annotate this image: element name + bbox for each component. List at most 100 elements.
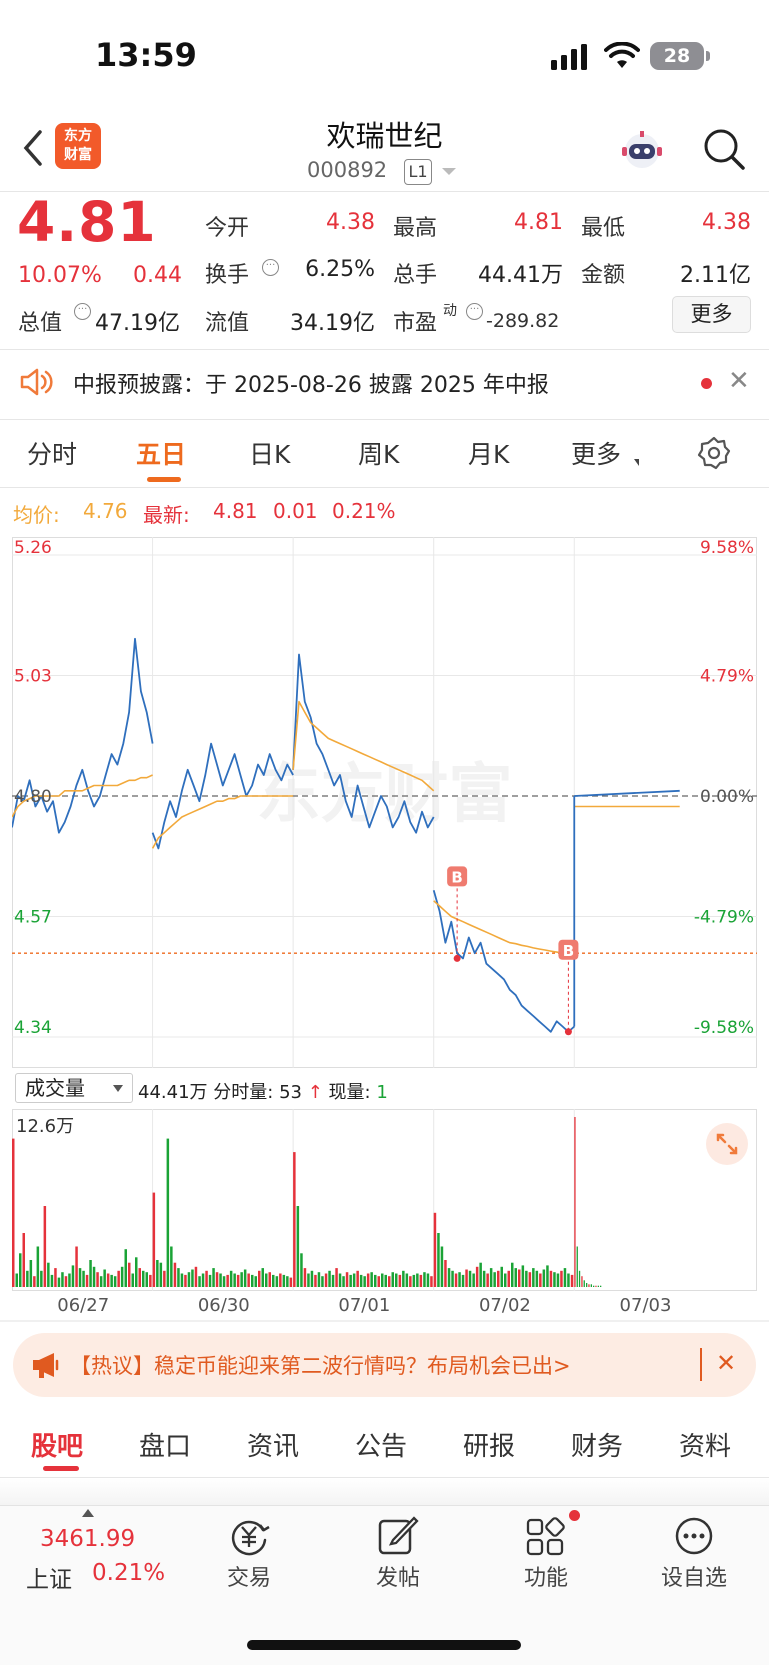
volume-bar	[159, 1262, 163, 1287]
volume-bar	[578, 1270, 581, 1287]
price-line-day	[574, 789, 680, 797]
price-chart[interactable]: 东方财富 B B 5.26 5.03 4.80 4.57 4.34 9.58% 4.79% 0.00…	[12, 537, 757, 1068]
tab-research[interactable]: 研报	[463, 1426, 515, 1463]
volume-bar	[198, 1276, 201, 1287]
more-dots-icon[interactable]	[672, 1514, 716, 1558]
volume-bar	[268, 1272, 271, 1287]
current-volume-value: 1	[376, 1082, 388, 1103]
tab-profile[interactable]: 资料	[679, 1426, 731, 1463]
volume-bar	[570, 1274, 574, 1287]
volume-bar	[528, 1272, 532, 1287]
info-icon[interactable]: ···	[262, 259, 279, 276]
price-axis-label: 5.26	[14, 538, 52, 558]
volume-bar	[324, 1273, 328, 1287]
tab-weekly-k[interactable]: 周K	[358, 435, 399, 471]
volume-bar	[507, 1270, 510, 1287]
tab-intraday[interactable]: 分时	[27, 435, 77, 471]
compose-icon[interactable]	[376, 1514, 420, 1558]
volume-bar	[272, 1274, 275, 1287]
robot-assistant-icon[interactable]	[619, 127, 665, 173]
turnover-value: 6.25%	[305, 257, 375, 282]
volume-bar	[388, 1276, 391, 1287]
level-badge[interactable]: L1	[404, 159, 432, 185]
volume-bar	[546, 1265, 549, 1287]
volume-bar	[187, 1272, 191, 1287]
volume-bar	[149, 1274, 152, 1287]
volume-bar	[19, 1253, 22, 1287]
volume-bar	[525, 1270, 528, 1287]
nav-trade[interactable]: 交易	[204, 1560, 294, 1592]
volume-bar	[163, 1270, 166, 1287]
volume-bar	[426, 1273, 430, 1287]
volume-bar	[279, 1273, 282, 1287]
volume-bar	[145, 1272, 148, 1287]
volume-bar	[50, 1274, 54, 1287]
volume-bar	[521, 1265, 525, 1287]
volume-bar	[331, 1274, 335, 1287]
tab-announcement[interactable]: 公告	[355, 1426, 407, 1463]
nav-post[interactable]: 发帖	[353, 1560, 443, 1592]
volume-bar	[475, 1266, 479, 1287]
chevron-down-icon[interactable]	[442, 168, 456, 175]
search-icon[interactable]	[702, 127, 746, 171]
pe-superscript: 动	[443, 303, 457, 319]
volume-bar	[229, 1270, 233, 1287]
volume-value: 44.41万	[478, 263, 563, 288]
pct-axis-label: 4.79%	[700, 667, 754, 687]
index-pct[interactable]: 0.21%	[92, 1560, 165, 1586]
close-icon[interactable]: ✕	[728, 366, 750, 396]
volume-bar	[416, 1273, 419, 1287]
tab-news[interactable]: 资讯	[247, 1426, 299, 1463]
close-icon[interactable]: ✕	[716, 1349, 736, 1377]
volume-bar	[219, 1273, 222, 1287]
volume-bar	[15, 1273, 18, 1287]
volume-bar	[243, 1269, 247, 1287]
volume-bar	[236, 1274, 240, 1287]
volume-bar	[451, 1270, 454, 1287]
volume-chart[interactable]	[12, 1109, 757, 1291]
info-icon[interactable]: ···	[74, 303, 91, 320]
index-value[interactable]: 3461.99	[40, 1526, 135, 1552]
volume-bar	[486, 1273, 489, 1287]
tab-monthly-k[interactable]: 月K	[468, 435, 509, 471]
volume-bar	[303, 1268, 307, 1287]
indicator-select[interactable]: 成交量	[15, 1073, 133, 1103]
chevron-up-icon[interactable]	[82, 1509, 94, 1517]
tab-pankou[interactable]: 盘口	[139, 1426, 191, 1463]
tab-more[interactable]: 更多	[571, 435, 621, 471]
notice-text[interactable]: 中报预披露：于 2025-08-26 披露 2025 年中报	[73, 367, 549, 399]
volume-bar	[377, 1276, 380, 1287]
active-tab-indicator	[147, 477, 181, 482]
tab-five-day[interactable]: 五日	[136, 435, 186, 471]
apps-icon[interactable]	[524, 1514, 568, 1558]
change-percent: 10.07%	[18, 263, 102, 288]
buy-marker-label: B	[451, 868, 462, 886]
more-button[interactable]: 更多	[672, 296, 751, 333]
volume-bar	[468, 1270, 472, 1287]
expand-icon	[716, 1133, 738, 1155]
volume-bar	[363, 1276, 366, 1287]
info-icon[interactable]: ···	[466, 303, 483, 320]
volume-bar	[398, 1274, 402, 1287]
banner-text[interactable]: 【热议】稳定币能迎来第二波行情吗？布局机会已出>	[70, 1350, 571, 1380]
high-value: 4.81	[514, 210, 563, 235]
gear-icon[interactable]	[697, 436, 731, 470]
volume-bar	[71, 1265, 75, 1287]
tab-guba[interactable]: 股吧	[31, 1426, 83, 1463]
index-name[interactable]: 上证	[26, 1560, 72, 1594]
volume-bar	[156, 1260, 159, 1287]
nav-add-watchlist[interactable]: 设自选	[649, 1560, 739, 1592]
trade-icon[interactable]	[227, 1514, 271, 1558]
volume-bar	[447, 1268, 451, 1287]
tab-daily-k[interactable]: 日K	[249, 435, 290, 471]
volume-bar	[110, 1274, 113, 1287]
volume-bar	[593, 1285, 595, 1287]
expand-button[interactable]	[706, 1123, 748, 1165]
volume-bar	[142, 1270, 145, 1287]
volume-bar	[22, 1233, 25, 1287]
nav-functions[interactable]: 功能	[501, 1560, 591, 1592]
volume-bar	[286, 1276, 289, 1287]
tab-finance[interactable]: 财务	[571, 1426, 623, 1463]
active-tab-indicator	[43, 1466, 79, 1471]
volume-bar	[103, 1269, 106, 1287]
